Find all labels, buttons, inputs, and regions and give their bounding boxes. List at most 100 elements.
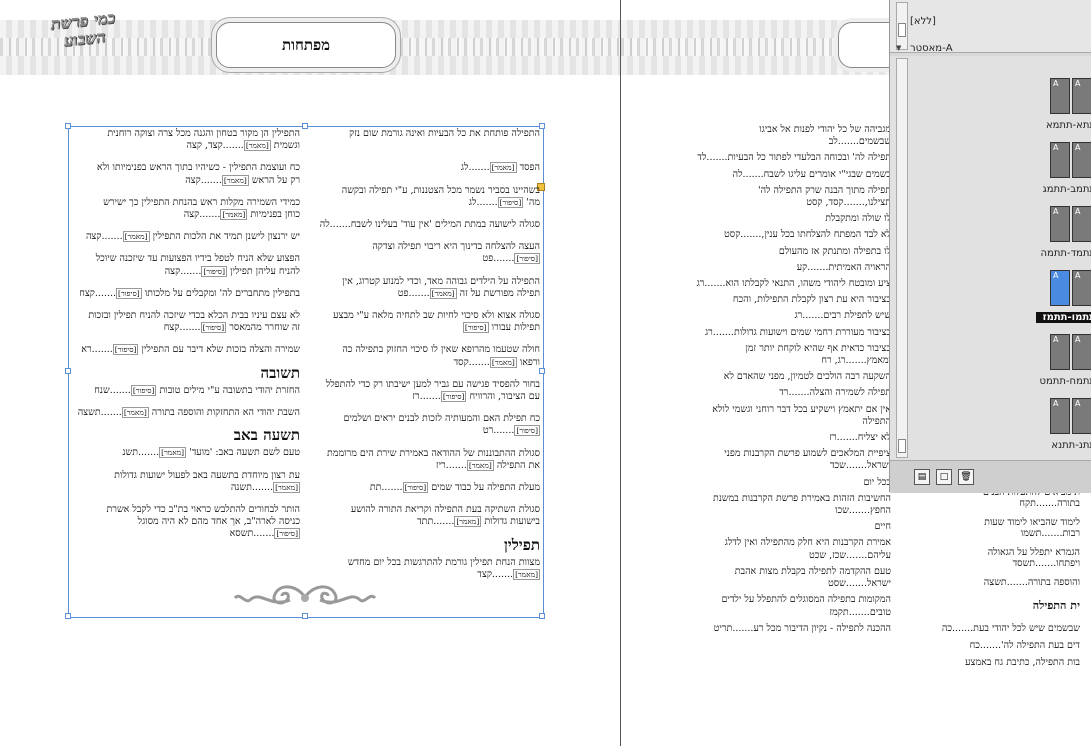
frame-handle-top-center[interactable] <box>302 123 308 129</box>
page-spread-label[interactable]: תתנ-תתנא <box>1036 440 1091 451</box>
index-entry: אמירת הקרבנות היא חלק מהתפילה ואין לדלג … <box>696 537 891 561</box>
master-a[interactable]: A-מאסטר <box>910 43 953 54</box>
page-spread-thumbnail[interactable]: AA <box>1050 334 1091 374</box>
entry-type-tag: [מאמר] <box>121 407 149 419</box>
index-column-left: התפילין הן מקור בטחון והגנה מכל צרה וצוק… <box>70 128 300 551</box>
index-entry: בציבור כדאית אף שהיא לוקחת יותר זמן ומאמ… <box>696 343 891 367</box>
page-thumbnail[interactable]: A <box>1072 142 1091 178</box>
page-thumbnail[interactable]: A <box>1050 270 1070 306</box>
entry-text: שיש לתפילת רבים <box>823 310 891 322</box>
entry-type-tag: [סיפור] <box>130 384 157 396</box>
entry-page-ref: .......לה <box>319 219 351 231</box>
new-page-icon[interactable]: □ <box>936 469 952 485</box>
index-entry: כח ועוצמת התפילין - כשיהיו בתוך הראש בפנ… <box>70 162 300 186</box>
entry-text-continued: בישועות גדולות <box>484 516 540 528</box>
entry-page-ref: .......רז <box>829 432 858 444</box>
entry-page-ref: .......קסד <box>453 356 490 368</box>
page-spread-thumbnail[interactable]: AA <box>1050 270 1091 310</box>
page-spread-thumbnail[interactable]: AA <box>1050 78 1091 118</box>
page-spread-label[interactable]: תתמח-תתמט <box>1036 376 1091 387</box>
entry-page-ref: .......קצה <box>183 209 221 221</box>
entry-page-ref: .......קצה <box>185 174 222 186</box>
entry-text: חיים <box>874 521 891 533</box>
masters-section: [ללא] A-מאסטר ▼ <box>890 0 1091 54</box>
page-thumbnail[interactable]: A <box>1050 334 1070 370</box>
page-thumbnail[interactable]: A <box>1072 270 1091 306</box>
index-entry: השקעה רבה הולכים לטמיון, מפני שהאדם לא <box>696 371 891 383</box>
index-entry: בחור להפסיד פגישה עם גביר למען ישיבתו רק… <box>318 379 540 403</box>
page-thumbnail[interactable]: A <box>1050 142 1070 178</box>
entry-text-continued: כוחן בפנימיות <box>250 209 300 221</box>
entry-page-ref: .......רג <box>794 310 824 322</box>
entry-type-tag: [מאמר] <box>122 231 150 243</box>
index-entry: הותר לבחורים להתלבש כראוי בת"ב כדי לקבל … <box>70 504 300 541</box>
entry-page-ref: .......רג <box>704 326 734 338</box>
page-spread-thumbnail[interactable]: AA <box>1050 206 1091 246</box>
page-thumbnail[interactable]: A <box>1050 206 1070 242</box>
entry-text: יש ירנצון לישנן תמיד את הלכות התפילין <box>152 231 300 243</box>
pages-scroll-thumb[interactable] <box>898 439 906 453</box>
entry-page-ref: .......פט <box>482 253 515 265</box>
page-spread-thumbnail[interactable]: AA <box>1050 398 1091 438</box>
entry-page-ref: .......קצד, קצה <box>186 140 244 152</box>
index-entry: חיים <box>696 521 891 533</box>
index-entry: בשהיינו בסביר נשמר מכל הצטננות, ע"י תפיל… <box>318 185 540 209</box>
page-thumbnail[interactable]: A <box>1072 78 1091 114</box>
page-thumbnail[interactable]: A <box>1050 78 1070 114</box>
index-entry: לא יצליח.......רז <box>696 432 891 444</box>
entry-text: ציפיית המלאכים לשמוע פרשת הקרבנות מפני י… <box>724 448 891 472</box>
frame-handle-bottom-left[interactable] <box>65 613 71 619</box>
masters-scrollbar[interactable] <box>896 2 908 50</box>
index-entry: ציע ומובטח ליהודי משהו, התנאי לקבלתו הוא… <box>696 278 891 290</box>
master-letter: A <box>1053 399 1059 408</box>
master-none[interactable]: [ללא] <box>910 16 936 27</box>
index-entry: החזרת יהודי בתשובה ע"י מילים טובות [סיפו… <box>70 384 300 397</box>
entry-text: אין אם יתאמץ וישקיע בכל דבר רוחני וגשמי … <box>712 403 891 427</box>
pages-panel[interactable]: [ללא] A-מאסטר ▼ A A תתא-תתמא A A תתמב-תתמג A A ת… <box>889 0 1091 493</box>
entry-type-tag: [מאמר] <box>243 140 271 152</box>
entry-page-ref: .......לג <box>468 196 498 208</box>
index-entry: תפילה לשמירה והצלה.......רד <box>696 387 891 399</box>
frame-handle-bottom-center[interactable] <box>302 613 308 619</box>
entry-text: ההכנה לתפילה - נקיון הדיבור מכל רע <box>753 622 891 634</box>
entry-page-ref: .......תשסד <box>1012 558 1057 569</box>
entry-type-tag: [מאמר] <box>513 569 540 581</box>
index-entry: ציפיית המלאכים לשמוע פרשת הקרבנות מפני י… <box>696 448 891 472</box>
entry-text: בתפילין מתחברים לה' ומקבלים על מלכותו <box>144 287 300 299</box>
entry-text: כח ועוצמת התפילין - כשיהיו בתוך הראש בפנ… <box>96 162 300 174</box>
entry-text-continued: את התפילה <box>496 459 540 471</box>
entry-page-ref: .......כה <box>941 623 974 635</box>
entry-text-continued: כניסה לארה"ב, אך אחד מהם לא היה מסוגל <box>137 516 300 528</box>
page-spread-label[interactable]: תתמו-תתמז <box>1036 312 1091 323</box>
index-column-partial: ת מביאים להתעלות הבנים בתורה.......תקחלי… <box>930 487 1080 674</box>
entry-text: בציבור כדאית אף שהיא לוקחת יותר זמן ומאמ… <box>745 342 891 367</box>
entry-page-ref: .......תת <box>369 482 403 494</box>
page-size-icon[interactable]: ▤ <box>914 469 930 485</box>
page-thumbnail[interactable]: A <box>1072 398 1091 434</box>
masters-scroll-thumb[interactable] <box>898 23 906 37</box>
page-spread-label[interactable]: תתמב-תתמג <box>1036 184 1091 195</box>
entry-text: לו שולה ומתקבלת <box>825 213 891 225</box>
page-spread-label[interactable]: תתא-תתמא <box>1036 120 1091 131</box>
page-thumbnail[interactable]: A <box>1072 334 1091 370</box>
entry-text-continued: זה שוחרר מהמאסר <box>229 322 300 334</box>
entry-text: התפילה על הילדים גבוהה מאד, וכדי למנוע ק… <box>342 275 540 287</box>
page-thumbnail[interactable]: A <box>1072 206 1091 242</box>
entry-page-ref: .......קצה <box>85 231 123 243</box>
entry-type-tag: [סיפור] <box>402 482 429 494</box>
page-spread-label[interactable]: תתמד-תתמה <box>1036 248 1091 259</box>
entry-text: בשהיינו בסביר נשמר מכל הצטננות, ע"י תפיל… <box>341 184 540 196</box>
delete-page-icon[interactable]: 🗑 <box>958 469 974 485</box>
index-entry: דים בעת התפילה לה'.......כח <box>930 640 1080 651</box>
frame-handle-bottom-right[interactable] <box>539 613 545 619</box>
entry-text: הותר לבחורים להתלבש כראוי בת"ב כדי לקבל … <box>106 504 301 516</box>
index-entry: טעם לשם תשעה באב: 'מועד' [מאמר].......תש… <box>70 447 300 459</box>
pages-scrollbar[interactable] <box>896 58 908 458</box>
page-thumbnail[interactable]: A <box>1050 398 1070 434</box>
entry-text: אמירת הקרבנות היא חלק מהתפילה ואין לדלג … <box>724 537 891 561</box>
page-spread-thumbnail[interactable]: AA <box>1050 142 1091 182</box>
master-expand-icon[interactable]: ▼ <box>896 44 901 52</box>
entry-page-ref: .......פט <box>397 287 430 299</box>
entry-page-ref: .......תשנה <box>230 481 274 493</box>
entry-text: סגולת ההתבוננות של ההודאה באמירת שירת הי… <box>327 447 540 459</box>
